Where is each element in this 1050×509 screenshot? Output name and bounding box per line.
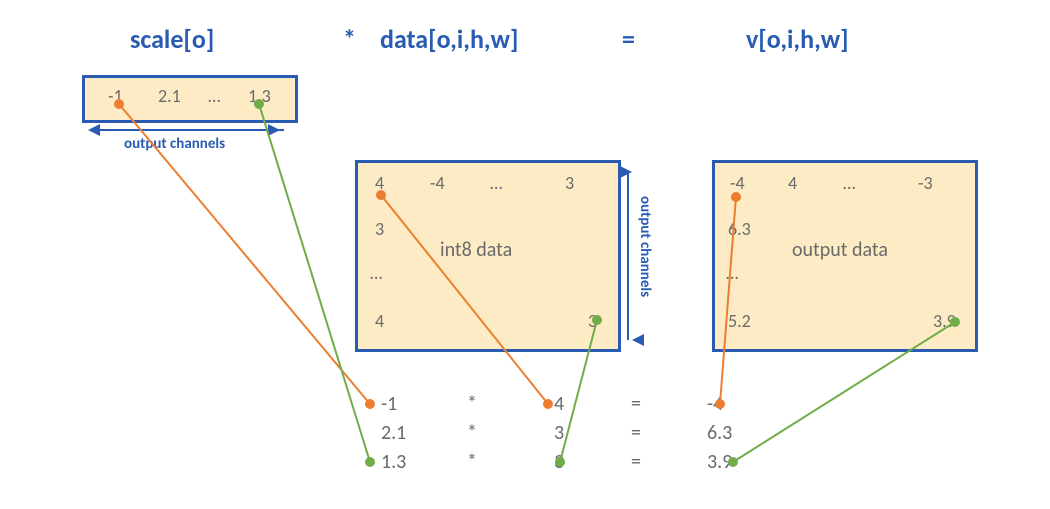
out-c0-1: 6.3 — [728, 218, 751, 240]
row1-a-dot — [365, 399, 375, 409]
row2-b: 3 — [554, 421, 564, 445]
data-r0c3: 3 — [565, 172, 574, 194]
row2-mul: * — [462, 421, 482, 445]
eq-rhs: v[o,i,h,w] — [746, 23, 849, 55]
out-r0c1: 4 — [788, 172, 797, 194]
scale-v2: … — [208, 85, 220, 107]
scale-axis-label: output channels — [124, 135, 225, 153]
eq-eq: = — [622, 23, 635, 55]
row1-b: 4 — [554, 392, 564, 416]
eq-mul: * — [343, 23, 356, 55]
row1-mul: * — [462, 392, 482, 416]
data-axis-label: output channels — [636, 196, 654, 297]
row1-a: -1 — [381, 392, 397, 416]
out-label: output data — [792, 238, 888, 262]
out-c0-3: 5.2 — [728, 310, 751, 332]
row3-eq: = — [626, 450, 646, 474]
data-br: 3 — [588, 310, 597, 332]
data-r0c0: 4 — [375, 172, 384, 194]
scale-v3: 1.3 — [248, 85, 271, 107]
row3-a-dot — [365, 457, 375, 467]
data-c0-2: … — [370, 262, 382, 284]
out-c0-2: … — [726, 262, 738, 284]
data-r0c2: … — [490, 172, 502, 194]
row1-c: -4 — [707, 392, 723, 416]
row3-mul: * — [462, 450, 482, 474]
data-c0-1: 3 — [375, 218, 384, 240]
eq-lhs: scale[o] — [130, 23, 214, 55]
row2-c: 6.3 — [707, 421, 732, 445]
row1-b-dot — [543, 399, 553, 409]
row2-eq: = — [626, 421, 646, 445]
row3-a: 1.3 — [381, 450, 406, 474]
row1-eq: = — [626, 392, 646, 416]
data-label: int8 data — [440, 238, 512, 262]
row2-a: 2.1 — [381, 421, 406, 445]
row3-c: 3.9 — [707, 450, 732, 474]
out-r0c2: … — [843, 172, 855, 194]
scale-v0: -1 — [108, 85, 123, 107]
out-br: 3.9 — [933, 310, 956, 332]
out-r0c0: -4 — [730, 172, 745, 194]
eq-mid: data[o,i,h,w] — [380, 23, 518, 55]
out-r0c3: -3 — [918, 172, 933, 194]
scale-v1: 2.1 — [158, 85, 181, 107]
row3-b: 3 — [554, 450, 564, 474]
data-r0c1: -4 — [430, 172, 445, 194]
data-c0-3: 4 — [375, 310, 384, 332]
